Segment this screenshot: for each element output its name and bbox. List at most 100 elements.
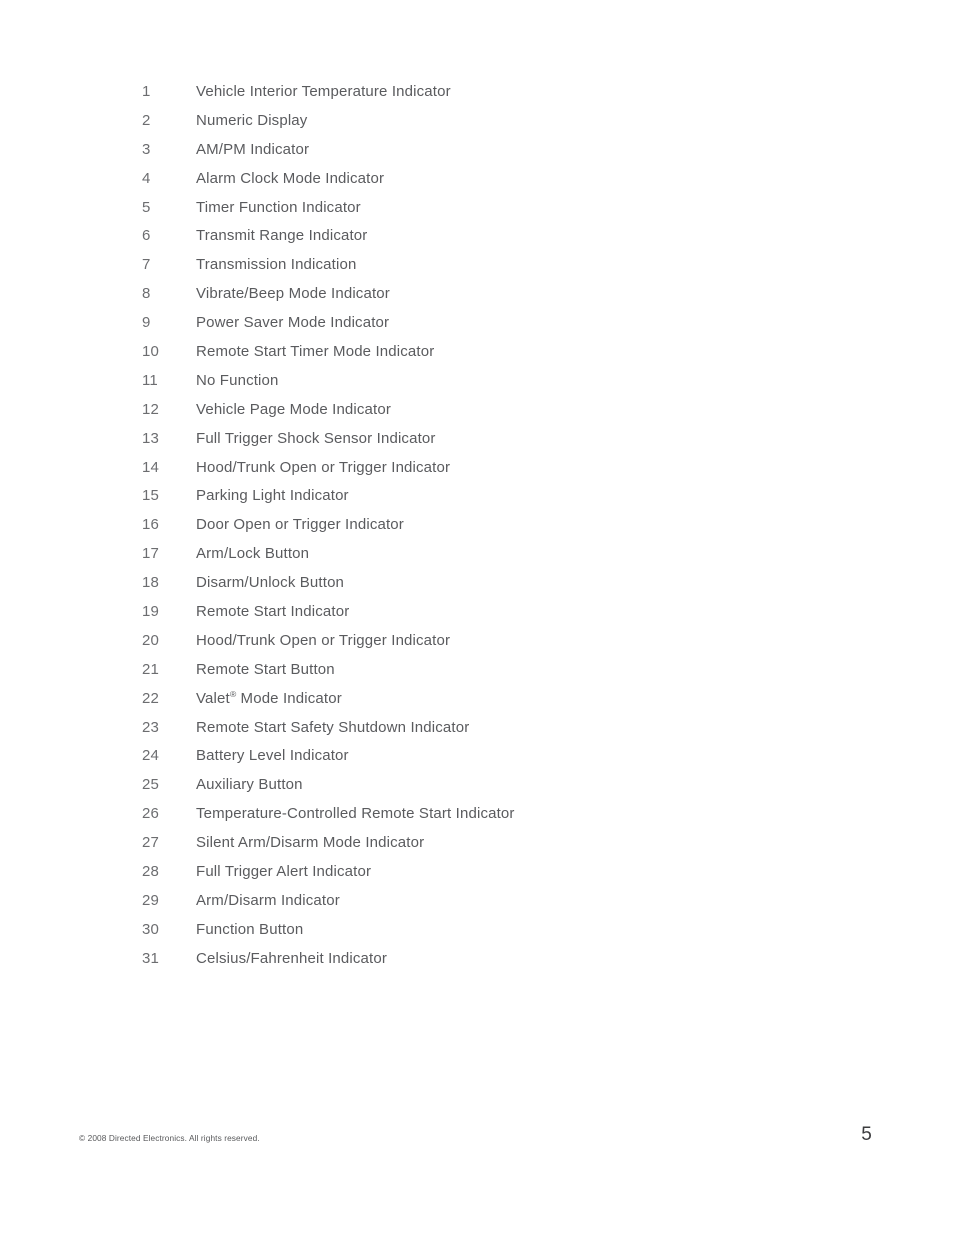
feature-list-item: 28 Full Trigger Alert Indicator xyxy=(142,858,862,887)
feature-item-number: 26 xyxy=(142,805,160,823)
feature-list-item: 14 Hood/Trunk Open or Trigger Indicator xyxy=(142,454,862,483)
feature-item-label: Celsius/Fahrenheit Indicator xyxy=(196,949,387,967)
feature-item-label: Silent Arm/Disarm Mode Indicator xyxy=(196,834,425,852)
feature-item-label: No Function xyxy=(196,371,279,389)
feature-item-number: 5 xyxy=(142,198,151,216)
feature-list-item: 16 Door Open or Trigger Indicator xyxy=(142,511,862,540)
page-footer: © 2008 Directed Electronics. All rights … xyxy=(0,1115,954,1235)
feature-list-item: 10 Remote Start Timer Mode Indicator xyxy=(142,338,862,367)
feature-list-item: 8 Vibrate/Beep Mode Indicator xyxy=(142,280,862,309)
page-number: 5 xyxy=(861,1124,872,1145)
feature-list-item: 27 Silent Arm/Disarm Mode Indicator xyxy=(142,829,862,858)
feature-list-item: 24 Battery Level Indicator xyxy=(142,742,862,771)
feature-item-label: Vehicle Page Mode Indicator xyxy=(196,400,392,418)
feature-item-label: Arm/Disarm Indicator xyxy=(196,891,340,909)
feature-item-label: Remote Start Timer Mode Indicator xyxy=(196,343,435,361)
feature-item-number: 20 xyxy=(142,631,160,649)
feature-item-number: 28 xyxy=(142,863,160,881)
copyright-notice: © 2008 Directed Electronics. All rights … xyxy=(79,1133,260,1143)
feature-item-label: Parking Light Indicator xyxy=(196,487,349,505)
feature-item-number: 4 xyxy=(142,169,151,187)
feature-item-number: 18 xyxy=(142,574,160,592)
feature-item-number: 15 xyxy=(142,487,160,505)
feature-item-label: Function Button xyxy=(196,920,304,938)
feature-item-number: 29 xyxy=(142,891,160,909)
feature-item-number: 19 xyxy=(142,603,160,621)
feature-list-item: 9 Power Saver Mode Indicator xyxy=(142,309,862,338)
feature-item-label: Power Saver Mode Indicator xyxy=(196,314,390,332)
feature-item-label: Full Trigger Shock Sensor Indicator xyxy=(196,429,436,447)
feature-item-number: 6 xyxy=(142,227,151,245)
feature-list-item: 22 Valet® Mode Indicator xyxy=(142,685,862,714)
feature-legend-list: 1 Vehicle Interior Temperature Indicator 2… xyxy=(142,78,862,974)
feature-item-label-suffix: Mode Indicator xyxy=(236,689,342,707)
feature-item-number: 24 xyxy=(142,747,160,765)
feature-list-item: 13 Full Trigger Shock Sensor Indicator xyxy=(142,425,862,454)
feature-list-item: 15 Parking Light Indicator xyxy=(142,482,862,511)
feature-item-label: Remote Start Indicator xyxy=(196,603,350,621)
feature-item-number: 3 xyxy=(142,140,151,158)
feature-item-number: 2 xyxy=(142,111,151,129)
feature-item-number: 1 xyxy=(142,83,151,100)
feature-item-label: Full Trigger Alert Indicator xyxy=(196,863,372,881)
feature-item-number: 27 xyxy=(142,834,160,852)
feature-list-item: 30 Function Button xyxy=(142,916,862,945)
feature-list-item: 21 Remote Start Button xyxy=(142,656,862,685)
feature-item-label: Auxiliary Button xyxy=(196,776,303,794)
feature-item-number: 10 xyxy=(142,343,160,361)
feature-item-label: Transmission Indication xyxy=(196,256,357,274)
feature-list-item: 29 Arm/Disarm Indicator xyxy=(142,887,862,916)
feature-item-number: 7 xyxy=(142,256,151,274)
feature-item-label: Door Open or Trigger Indicator xyxy=(196,516,404,534)
feature-item-label: Valet® Mode Indicator xyxy=(196,685,342,714)
feature-list-item: 6 Transmit Range Indicator xyxy=(142,222,862,251)
feature-list-item: 17 Arm/Lock Button xyxy=(142,540,862,569)
feature-item-label: Hood/Trunk Open or Trigger Indicator xyxy=(196,458,451,476)
feature-item-number: 12 xyxy=(142,400,160,418)
feature-item-label: Battery Level Indicator xyxy=(196,747,349,765)
feature-list-item: 3 AM/PM Indicator xyxy=(142,136,862,165)
feature-item-label: Transmit Range Indicator xyxy=(196,227,368,245)
feature-item-number: 22 xyxy=(142,689,160,707)
feature-item-label: Vehicle Interior Temperature Indicator xyxy=(196,83,451,100)
feature-item-label: Timer Function Indicator xyxy=(196,198,361,216)
feature-list-item: 18 Disarm/Unlock Button xyxy=(142,569,862,598)
feature-item-label: Alarm Clock Mode Indicator xyxy=(196,169,385,187)
feature-list-item: 1 Vehicle Interior Temperature Indicator xyxy=(142,78,862,107)
feature-item-label: Numeric Display xyxy=(196,111,308,129)
feature-list-item: 20 Hood/Trunk Open or Trigger Indicator xyxy=(142,627,862,656)
feature-item-label-base: Valet xyxy=(196,689,230,707)
feature-list-item: 23 Remote Start Safety Shutdown Indicator xyxy=(142,714,862,743)
feature-list-item: 19 Remote Start Indicator xyxy=(142,598,862,627)
feature-item-label: AM/PM Indicator xyxy=(196,140,310,158)
feature-item-number: 21 xyxy=(142,660,160,678)
feature-item-number: 11 xyxy=(142,371,158,389)
document-page: 1 Vehicle Interior Temperature Indicator 2… xyxy=(0,0,954,1235)
feature-item-number: 8 xyxy=(142,285,151,303)
feature-item-label: Vibrate/Beep Mode Indicator xyxy=(196,285,390,303)
feature-list-item: 11 No Function xyxy=(142,367,862,396)
feature-item-number: 23 xyxy=(142,718,160,736)
feature-list-item: 25 Auxiliary Button xyxy=(142,771,862,800)
feature-item-label: Hood/Trunk Open or Trigger Indicator xyxy=(196,631,451,649)
feature-item-label: Remote Start Safety Shutdown Indicator xyxy=(196,718,470,736)
feature-list-item: 5 Timer Function Indicator xyxy=(142,194,862,223)
feature-list-item: 4 Alarm Clock Mode Indicator xyxy=(142,165,862,194)
feature-list-item: 26 Temperature-Controlled Remote Start In… xyxy=(142,800,862,829)
feature-item-number: 16 xyxy=(142,516,160,534)
feature-item-number: 30 xyxy=(142,920,160,938)
feature-item-number: 14 xyxy=(142,458,160,476)
feature-item-number: 31 xyxy=(142,949,160,967)
feature-item-number: 13 xyxy=(142,429,160,447)
feature-item-number: 9 xyxy=(142,314,151,332)
feature-item-label: Temperature-Controlled Remote Start Indi… xyxy=(196,805,515,823)
feature-item-number: 25 xyxy=(142,776,160,794)
feature-list-item: 12 Vehicle Page Mode Indicator xyxy=(142,396,862,425)
feature-item-number: 17 xyxy=(142,545,160,563)
feature-item-label: Disarm/Unlock Button xyxy=(196,574,345,592)
feature-list-item: 2 Numeric Display xyxy=(142,107,862,136)
feature-list-item: 31 Celsius/Fahrenheit Indicator xyxy=(142,945,862,974)
feature-item-label: Remote Start Button xyxy=(196,660,335,678)
feature-item-label: Arm/Lock Button xyxy=(196,545,310,563)
feature-list-item: 7 Transmission Indication xyxy=(142,251,862,280)
